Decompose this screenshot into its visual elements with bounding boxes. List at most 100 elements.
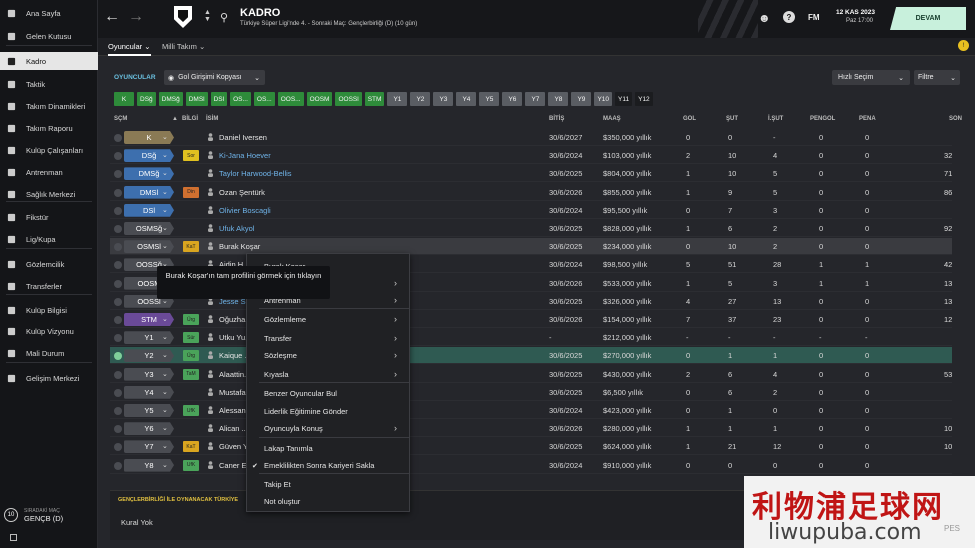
position-filter-dms-[interactable]: DMSğ — [158, 92, 183, 106]
chevron-down-icon[interactable]: ⌄ — [162, 188, 168, 196]
table-row[interactable]: STM ⌄ Ürg Oğuzha... 30/6/2026 $154,000 yıllık… — [110, 311, 952, 328]
position-filter-y10[interactable]: Y10 — [594, 92, 613, 106]
position-filter-os-[interactable]: OS... — [253, 92, 275, 106]
sidebar-item-kul-p-bilgisi[interactable]: Kulüp Bilgisi — [0, 301, 98, 319]
position-filter-y8[interactable]: Y8 — [548, 92, 569, 106]
position-filter-y1[interactable]: Y1 — [387, 92, 408, 106]
status-badge[interactable]: Ürg — [183, 314, 199, 325]
select-radio[interactable] — [114, 370, 122, 379]
mascot-icon[interactable]: ☻ — [758, 11, 771, 25]
table-row[interactable]: Y7 ⌄ KaT Güven Y... 30/6/2025 $624,000 yıllık… — [110, 438, 952, 456]
context-menu-item[interactable]: Sözleşme › — [247, 347, 409, 364]
table-row[interactable]: Y1 ⌄ Sür Utku Yu... - $212,000 yıllık - - - - - — [110, 329, 952, 347]
chevron-down-icon[interactable]: ⌄ — [162, 388, 168, 396]
position-filter-k[interactable]: K — [114, 92, 134, 106]
context-menu-item[interactable]: Not oluştur — [247, 493, 409, 510]
chevron-down-icon[interactable]: ⌄ — [162, 169, 168, 177]
status-badge[interactable]: TaM — [183, 368, 199, 380]
header-shots[interactable]: ŞUT — [726, 116, 738, 122]
context-menu-item[interactable]: ✔ Emeklilikten Sonra Kariyeri Sakla — [247, 457, 409, 474]
chevron-down-icon[interactable]: ⌄ — [162, 315, 168, 323]
help-icon[interactable]: ? — [783, 11, 795, 23]
chevron-down-icon[interactable]: ⌄ — [162, 206, 168, 214]
header-penalty-goals[interactable]: PENGOL — [810, 116, 835, 122]
table-row[interactable]: Y6 ⌄ Alican ... 30/6/2026 $280,000 yıllık 1 1 1… — [110, 420, 952, 438]
sidebar-item-kadro[interactable]: Kadro — [0, 52, 98, 70]
tab-players[interactable]: Oyuncular ⌄ — [108, 42, 151, 56]
chevron-down-icon[interactable]: ⌄ — [162, 442, 168, 450]
notification-icon[interactable]: ! — [958, 40, 969, 51]
chevron-down-icon[interactable]: ⌄ — [162, 370, 168, 378]
header-wage[interactable]: MAAŞ — [603, 116, 621, 122]
sidebar-item-tak-m-raporu[interactable]: Takım Raporu — [0, 119, 98, 137]
forward-arrow-icon[interactable]: → — [128, 8, 144, 26]
position-filter-oossl[interactable]: OOSSl — [335, 92, 362, 106]
select-radio[interactable] — [114, 225, 122, 233]
chevron-down-icon[interactable]: ⌄ — [162, 224, 168, 232]
position-filter-ds-[interactable]: DSğ — [137, 92, 156, 106]
sidebar-item-g-zlemcilik[interactable]: Gözlemcilik — [0, 255, 98, 273]
player-name[interactable]: Alican ... — [219, 424, 248, 433]
header-goals[interactable]: GOL — [683, 116, 696, 122]
select-radio[interactable] — [114, 352, 122, 361]
context-menu-item[interactable]: Takip Et — [247, 476, 409, 493]
next-match-team[interactable]: GENÇB (D) — [24, 514, 63, 523]
select-radio[interactable] — [114, 188, 122, 197]
club-crest-icon[interactable] — [174, 6, 192, 28]
position-filter-y6[interactable]: Y6 — [502, 92, 523, 106]
player-name[interactable]: Burak Koşar — [219, 242, 260, 251]
select-radio[interactable] — [114, 134, 122, 142]
chevron-down-icon[interactable]: ⌄ — [162, 151, 168, 159]
status-badge[interactable]: UfK — [183, 405, 199, 416]
table-row[interactable]: Y4 ⌄ Mustafa... 30/6/2025 $6,500 yıllık 0 6 2 0 0 — [110, 384, 952, 401]
chevron-down-icon[interactable]: ⌄ — [162, 424, 168, 432]
sidebar-item-antrenman[interactable]: Antrenman — [0, 163, 98, 181]
select-radio[interactable] — [114, 425, 122, 434]
sidebar-item-geli-im-merkezi[interactable]: Gelişim Merkezi — [0, 369, 98, 387]
sidebar-item-kul-p-al-anlar-[interactable]: Kulüp Çalışanları — [0, 141, 98, 159]
player-name[interactable]: Taylor Harwood-Bellis — [219, 169, 292, 178]
header-position[interactable]: SÇM — [114, 116, 127, 122]
status-badge[interactable]: Din — [183, 186, 199, 198]
position-filter-dsl[interactable]: DSl — [210, 92, 228, 106]
player-name[interactable]: Olivier Boscagli — [219, 206, 271, 215]
table-row[interactable]: DSğ ⌄ Sor Ki-Jana Hoever 30/6/2024 $103,000 y… — [110, 147, 952, 165]
chevron-down-icon[interactable]: ⌄ — [162, 133, 168, 141]
player-name[interactable]: Ozan Şentürk — [219, 188, 265, 197]
table-row[interactable]: K ⌄ Daniel Iversen 30/6/2027 $350,000 yıllık… — [110, 129, 952, 146]
select-radio[interactable] — [114, 297, 122, 306]
chevron-down-icon[interactable]: ⌄ — [162, 333, 168, 341]
chevron-down-icon[interactable]: ⌄ — [162, 461, 168, 469]
table-row[interactable]: Y2 ⌄ Ürg Kaique ... 30/6/2025 $270,000 yıllık… — [110, 347, 952, 365]
back-arrow-icon[interactable]: ← — [104, 8, 120, 26]
header-penalties[interactable]: PENA — [859, 116, 876, 122]
sidebar-item-tak-m-dinamikleri[interactable]: Takım Dinamikleri — [0, 97, 98, 115]
tab-national-team[interactable]: Milli Takım ⌄ — [162, 42, 205, 51]
table-row[interactable]: Y5 ⌄ UfK Alessan... 30/6/2024 $423,000 yıllık… — [110, 402, 952, 419]
chevron-down-icon[interactable]: ⌄ — [162, 242, 168, 250]
status-badge[interactable]: Sor — [183, 150, 199, 162]
context-menu-item[interactable]: Liderlik Eğitimine Gönder — [247, 403, 409, 420]
position-filter-y2[interactable]: Y2 — [410, 92, 431, 106]
player-name[interactable]: Ufuk Akyol — [219, 224, 254, 233]
position-filter-os-[interactable]: OS... — [230, 92, 251, 106]
position-filter-oos-[interactable]: OOS... — [277, 92, 304, 106]
sidebar-item-mali-durum[interactable]: Mali Durum — [0, 344, 98, 362]
position-filter-y11[interactable]: Y11 — [615, 92, 633, 106]
context-menu-item[interactable]: Transfer › — [247, 330, 409, 347]
position-filter-y7[interactable]: Y7 — [525, 92, 546, 106]
sidebar-bottom-icon[interactable] — [10, 534, 17, 541]
sidebar-item-fikst-r[interactable]: Fikstür — [0, 208, 98, 226]
status-badge[interactable]: UfK — [183, 459, 199, 471]
table-row[interactable]: OSMSl ⌄ KaT Burak Koşar 30/6/2025 $234,000 yı… — [110, 238, 952, 256]
header-name[interactable]: İSİM — [206, 116, 218, 122]
sidebar-item-transferler[interactable]: Transferler — [0, 277, 98, 295]
select-radio[interactable] — [114, 334, 122, 343]
context-menu-item[interactable]: Lakap Tanımla — [247, 440, 409, 457]
context-menu-item[interactable]: Oyuncuyla Konuş › — [247, 420, 409, 437]
player-name[interactable]: Daniel Iversen — [219, 133, 267, 142]
continue-button[interactable]: DEVAM — [890, 7, 966, 30]
select-radio[interactable] — [114, 407, 122, 415]
position-filter-y3[interactable]: Y3 — [433, 92, 454, 106]
table-row[interactable]: DSl ⌄ Olivier Boscagli 30/6/2024 $95,500 yıl… — [110, 202, 952, 219]
